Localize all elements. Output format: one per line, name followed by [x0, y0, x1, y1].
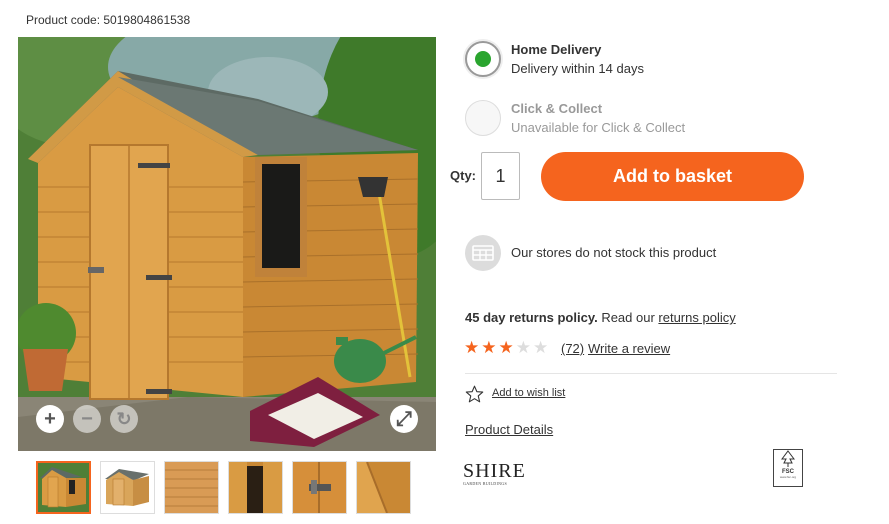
divider	[465, 373, 837, 374]
add-to-basket-button[interactable]: Add to basket	[541, 152, 804, 201]
review-count-link[interactable]: (72)	[561, 341, 584, 356]
star-filled-icon: ★	[481, 338, 497, 357]
fsc-logo: FSC www.fsc.org	[773, 449, 803, 487]
qty-label: Qty:	[450, 168, 476, 183]
star-empty-icon: ★	[533, 338, 549, 357]
returns-policy-link[interactable]: returns policy	[658, 310, 735, 325]
home-delivery-radio[interactable]	[465, 41, 501, 77]
thumbnail[interactable]	[36, 461, 91, 514]
store-icon	[465, 235, 501, 271]
fullscreen-button[interactable]: ⤢	[390, 405, 418, 433]
add-to-wishlist-link[interactable]: Add to wish list	[492, 387, 565, 399]
zoom-out-button[interactable]: −	[73, 405, 101, 433]
star-filled-icon: ★	[498, 338, 514, 357]
returns-policy-prefix: Read our	[597, 310, 659, 325]
shire-brand-logo: SHIRE GARDEN BUILDINGS	[463, 460, 526, 486]
home-delivery-subtitle: Delivery within 14 days	[511, 61, 644, 76]
stock-status-text: Our stores do not stock this product	[511, 245, 717, 260]
write-review-link[interactable]: Write a review	[588, 341, 670, 356]
selected-dot-icon	[475, 51, 491, 67]
product-details-link[interactable]: Product Details	[465, 422, 553, 437]
thumbnail[interactable]	[228, 461, 283, 514]
star-filled-icon: ★	[464, 338, 480, 357]
star-empty-icon: ★	[515, 338, 531, 357]
tree-check-icon	[781, 450, 795, 467]
click-collect-subtitle: Unavailable for Click & Collect	[511, 120, 686, 135]
returns-policy-text: 45 day returns policy. Read our returns …	[465, 310, 736, 325]
thumbnail[interactable]	[292, 461, 347, 514]
click-collect-radio[interactable]	[465, 100, 501, 136]
quantity-input[interactable]	[481, 152, 520, 200]
click-collect-title: Click & Collect	[511, 101, 603, 116]
reset-zoom-button[interactable]: ↻	[110, 405, 138, 433]
shed-photo	[18, 37, 436, 451]
zoom-in-button[interactable]: +	[36, 405, 64, 433]
rating-stars[interactable]: ★ ★ ★ ★ ★	[464, 339, 548, 356]
returns-policy-bold: 45 day returns policy.	[465, 310, 598, 325]
main-product-image[interactable]: + − ↻ ⤢	[18, 37, 436, 451]
thumbnail[interactable]	[100, 461, 155, 514]
product-code: Product code: 5019804861538	[26, 13, 191, 27]
brand-name: SHIRE	[463, 460, 526, 482]
thumbnail[interactable]	[356, 461, 411, 514]
thumbnail[interactable]	[164, 461, 219, 514]
star-outline-icon[interactable]	[465, 385, 484, 408]
fsc-sub: www.fsc.org	[779, 475, 797, 479]
thumbnail-strip	[36, 461, 411, 514]
home-delivery-title: Home Delivery	[511, 42, 602, 57]
